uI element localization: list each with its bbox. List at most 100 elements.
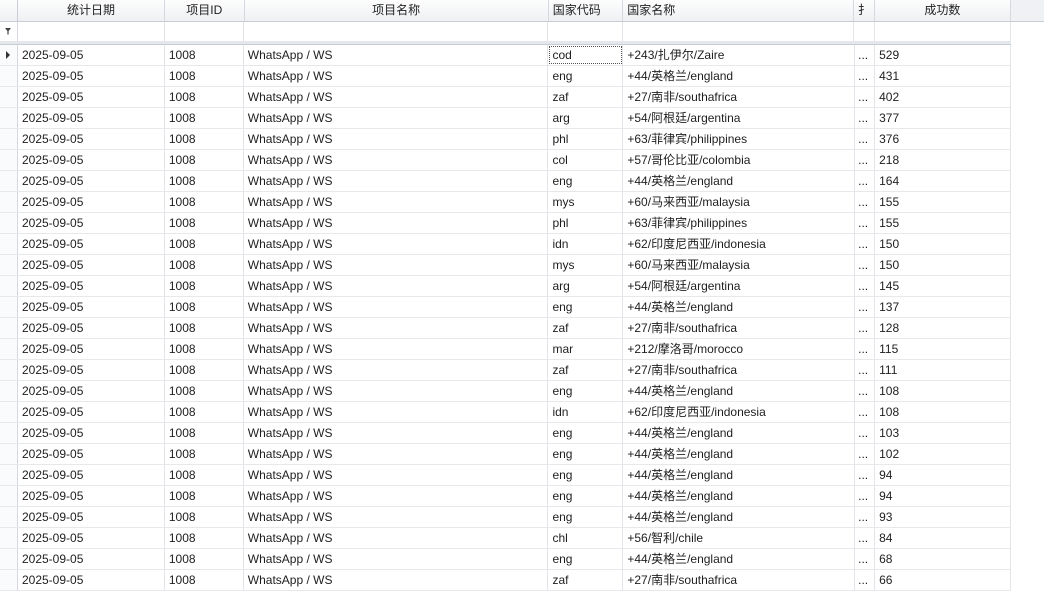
cell-success-count[interactable]: 115: [875, 339, 1011, 359]
cell-date[interactable]: 2025-09-05: [18, 234, 165, 254]
cell-success-count[interactable]: 108: [875, 381, 1011, 401]
row-indicator[interactable]: [0, 129, 18, 149]
cell-project-id[interactable]: 1008: [165, 276, 244, 296]
cell-country-name[interactable]: +44/英格兰/england: [623, 171, 856, 191]
cell-country-code[interactable]: eng: [548, 486, 624, 506]
table-row[interactable]: 2025-09-05 1008 WhatsApp / WS chl +56/智利/chi…: [0, 528, 1011, 549]
table-row[interactable]: 2025-09-05 1008 WhatsApp / WS eng +44/英格兰/en…: [0, 381, 1011, 402]
cell-truncated[interactable]: ...: [855, 234, 876, 254]
cell-country-name[interactable]: +212/摩洛哥/morocco: [623, 339, 856, 359]
cell-truncated[interactable]: ...: [855, 570, 876, 590]
cell-success-count[interactable]: 108: [875, 402, 1011, 422]
row-indicator[interactable]: [0, 402, 18, 422]
cell-success-count[interactable]: 93: [875, 507, 1011, 527]
cell-project-id[interactable]: 1008: [165, 150, 244, 170]
cell-truncated[interactable]: ...: [855, 192, 876, 212]
cell-country-code[interactable]: eng: [548, 297, 624, 317]
cell-project-name[interactable]: WhatsApp / WS: [244, 528, 549, 548]
cell-country-code[interactable]: arg: [548, 276, 624, 296]
cell-project-name[interactable]: WhatsApp / WS: [244, 129, 549, 149]
row-indicator[interactable]: [0, 276, 18, 296]
cell-country-code[interactable]: arg: [548, 108, 624, 128]
cell-project-name[interactable]: WhatsApp / WS: [244, 234, 549, 254]
cell-country-name[interactable]: +27/南非/southafrica: [623, 87, 856, 107]
cell-date[interactable]: 2025-09-05: [18, 213, 165, 233]
cell-country-name[interactable]: +62/印度尼西亚/indonesia: [623, 402, 856, 422]
row-indicator[interactable]: [0, 192, 18, 212]
cell-project-id[interactable]: 1008: [165, 402, 244, 422]
cell-truncated[interactable]: ...: [855, 381, 876, 401]
cell-success-count[interactable]: 111: [875, 360, 1011, 380]
row-indicator[interactable]: [0, 297, 18, 317]
row-indicator[interactable]: [0, 213, 18, 233]
cell-project-name[interactable]: WhatsApp / WS: [244, 87, 549, 107]
row-indicator[interactable]: [0, 66, 18, 86]
column-header-country-name[interactable]: 国家名称: [623, 0, 854, 21]
cell-truncated[interactable]: ...: [855, 129, 876, 149]
filter-cell-country-code[interactable]: [548, 22, 624, 41]
cell-project-id[interactable]: 1008: [165, 465, 244, 485]
table-row[interactable]: 2025-09-05 1008 WhatsApp / WS idn +62/印度尼西亚/…: [0, 402, 1011, 423]
data-grid[interactable]: 统计日期 项目ID 项目名称 国家代码 国家名称 扌 成功数 2025-09-0…: [0, 0, 1044, 591]
cell-success-count[interactable]: 155: [875, 213, 1011, 233]
cell-project-id[interactable]: 1008: [165, 339, 244, 359]
row-indicator[interactable]: [0, 381, 18, 401]
cell-date[interactable]: 2025-09-05: [18, 360, 165, 380]
cell-date[interactable]: 2025-09-05: [18, 192, 165, 212]
row-indicator[interactable]: [0, 87, 18, 107]
cell-country-code[interactable]: chl: [548, 528, 624, 548]
cell-date[interactable]: 2025-09-05: [18, 45, 165, 65]
row-indicator[interactable]: [0, 507, 18, 527]
table-row[interactable]: 2025-09-05 1008 WhatsApp / WS mar +212/摩洛哥/m…: [0, 339, 1011, 360]
cell-date[interactable]: 2025-09-05: [18, 276, 165, 296]
cell-country-name[interactable]: +44/英格兰/england: [623, 549, 856, 569]
cell-country-name[interactable]: +27/南非/southafrica: [623, 570, 856, 590]
cell-country-name[interactable]: +44/英格兰/england: [623, 66, 856, 86]
cell-truncated[interactable]: ...: [855, 297, 876, 317]
cell-truncated[interactable]: ...: [855, 507, 876, 527]
row-indicator[interactable]: [0, 171, 18, 191]
cell-project-id[interactable]: 1008: [165, 528, 244, 548]
table-row[interactable]: 2025-09-05 1008 WhatsApp / WS eng +44/英格兰/en…: [0, 465, 1011, 486]
row-indicator[interactable]: [0, 570, 18, 590]
row-indicator[interactable]: [0, 150, 18, 170]
cell-date[interactable]: 2025-09-05: [18, 486, 165, 506]
cell-project-id[interactable]: 1008: [165, 45, 244, 65]
cell-date[interactable]: 2025-09-05: [18, 66, 165, 86]
cell-date[interactable]: 2025-09-05: [18, 87, 165, 107]
row-indicator[interactable]: [0, 465, 18, 485]
cell-success-count[interactable]: 128: [875, 318, 1011, 338]
cell-success-count[interactable]: 94: [875, 465, 1011, 485]
table-row[interactable]: 2025-09-05 1008 WhatsApp / WS zaf +27/南非/sou…: [0, 87, 1011, 108]
row-indicator[interactable]: [0, 108, 18, 128]
cell-date[interactable]: 2025-09-05: [18, 150, 165, 170]
table-row[interactable]: 2025-09-05 1008 WhatsApp / WS mys +60/马来西亚/m…: [0, 192, 1011, 213]
cell-success-count[interactable]: 68: [875, 549, 1011, 569]
cell-country-code[interactable]: mys: [548, 255, 624, 275]
cell-project-id[interactable]: 1008: [165, 66, 244, 86]
filter-cell-country-name[interactable]: [623, 22, 855, 41]
cell-date[interactable]: 2025-09-05: [18, 507, 165, 527]
column-header-truncated[interactable]: 扌: [854, 0, 875, 21]
cell-country-name[interactable]: +44/英格兰/england: [623, 423, 856, 443]
cell-success-count[interactable]: 402: [875, 87, 1011, 107]
table-row[interactable]: 2025-09-05 1008 WhatsApp / WS eng +44/英格兰/en…: [0, 423, 1011, 444]
cell-success-count[interactable]: 376: [875, 129, 1011, 149]
cell-project-id[interactable]: 1008: [165, 549, 244, 569]
table-row[interactable]: 2025-09-05 1008 WhatsApp / WS eng +44/英格兰/en…: [0, 507, 1011, 528]
cell-truncated[interactable]: ...: [855, 402, 876, 422]
cell-success-count[interactable]: 431: [875, 66, 1011, 86]
table-row[interactable]: 2025-09-05 1008 WhatsApp / WS zaf +27/南非/sou…: [0, 360, 1011, 381]
cell-country-name[interactable]: +44/英格兰/england: [623, 297, 856, 317]
cell-country-code[interactable]: eng: [548, 507, 624, 527]
cell-country-code[interactable]: zaf: [548, 87, 624, 107]
cell-success-count[interactable]: 218: [875, 150, 1011, 170]
cell-country-name[interactable]: +44/英格兰/england: [623, 465, 856, 485]
table-row[interactable]: 2025-09-05 1008 WhatsApp / WS eng +44/英格兰/en…: [0, 444, 1011, 465]
cell-country-name[interactable]: +63/菲律宾/philippines: [623, 213, 856, 233]
cell-country-name[interactable]: +60/马来西亚/malaysia: [623, 255, 856, 275]
cell-date[interactable]: 2025-09-05: [18, 297, 165, 317]
cell-project-id[interactable]: 1008: [165, 108, 244, 128]
cell-country-name[interactable]: +57/哥伦比亚/colombia: [623, 150, 856, 170]
table-row[interactable]: 2025-09-05 1008 WhatsApp / WS phl +63/菲律宾/ph…: [0, 213, 1011, 234]
